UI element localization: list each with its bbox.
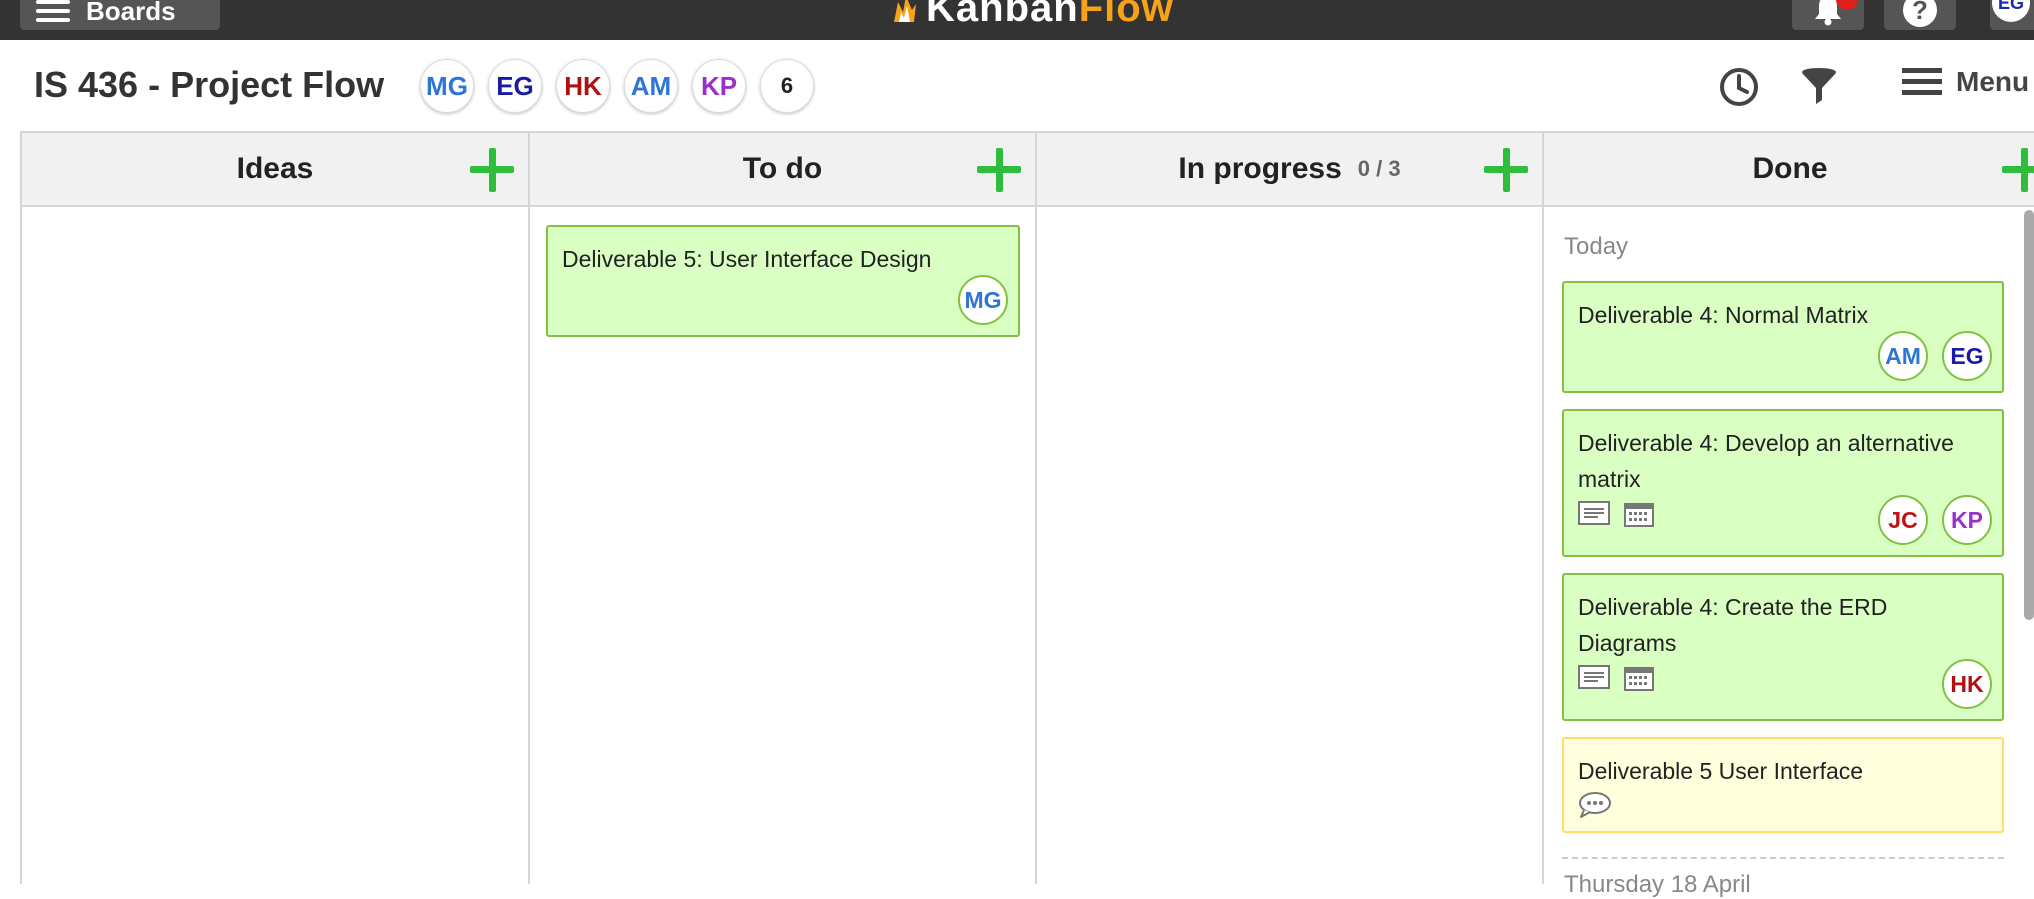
add-task-icon[interactable] — [1484, 148, 1528, 192]
column-header[interactable]: In progress 0 / 3 — [1037, 133, 1542, 207]
notifications-button[interactable] — [1792, 0, 1864, 30]
member-avatar[interactable]: MG — [420, 59, 474, 113]
task-title: Deliverable 4: Create the ERD Diagrams — [1578, 594, 1888, 656]
comment-icon — [1579, 792, 1611, 818]
column-header[interactable]: Done — [1544, 133, 2034, 207]
task-title: Deliverable 5 User Interface — [1578, 758, 1864, 784]
top-bar: Boards Kanban Flow ? EG — [0, 0, 2034, 40]
column-title: Ideas — [236, 152, 314, 185]
assignee-avatar[interactable]: HK — [1942, 659, 1992, 709]
assignee-avatar[interactable]: KP — [1942, 495, 1992, 545]
help-icon: ? — [1903, 0, 1937, 27]
task-title: Deliverable 5: User Interface Design — [562, 246, 932, 272]
column-title: To do — [742, 152, 823, 185]
history-button[interactable] — [1718, 66, 1760, 108]
member-avatar[interactable]: EG — [488, 59, 542, 113]
task-assignees: AM EG — [1864, 331, 1992, 381]
kanban-board: Ideas To do Deliverable 5: User Interfac… — [20, 131, 2034, 898]
add-task-icon[interactable] — [470, 148, 514, 192]
flame-logo-icon — [894, 0, 916, 22]
assignee-avatar[interactable]: EG — [1942, 331, 1992, 381]
brand-kanban: Kanban — [926, 0, 1079, 30]
column-title: Done — [1752, 152, 1828, 185]
task-assignees: MG — [944, 275, 1008, 325]
description-icon — [1578, 501, 1610, 525]
wip-limit: 0 / 3 — [1357, 156, 1401, 181]
add-task-icon[interactable] — [2002, 148, 2034, 192]
task-card[interactable]: Deliverable 5 User Interface — [1562, 737, 2004, 833]
task-card[interactable]: Deliverable 4: Create the ERD Diagrams H… — [1562, 573, 2004, 721]
task-title: Deliverable 4: Develop an alternative ma… — [1578, 430, 1954, 492]
user-avatar: EG — [1992, 0, 2030, 22]
task-indicators — [1578, 791, 1626, 819]
column-ideas: Ideas — [22, 133, 530, 884]
clock-icon — [1720, 68, 1758, 106]
hamburger-icon — [36, 0, 70, 27]
assignee-avatar[interactable]: MG — [958, 275, 1008, 325]
task-assignees: JC KP — [1864, 495, 1992, 545]
user-menu-button[interactable]: EG — [1990, 0, 2034, 30]
menu-label: Menu — [1956, 66, 2030, 97]
done-column-scrollbar[interactable] — [2024, 210, 2034, 620]
column-header[interactable]: Ideas — [22, 133, 528, 207]
task-assignees: HK — [1928, 659, 1992, 709]
task-card[interactable]: Deliverable 4: Develop an alternative ma… — [1562, 409, 2004, 557]
brand-flow: Flow — [1078, 0, 1174, 30]
task-indicators — [1578, 501, 1668, 527]
add-task-icon[interactable] — [977, 148, 1021, 192]
member-avatar[interactable]: KP — [692, 59, 746, 113]
column-todo: To do Deliverable 5: User Interface Desi… — [530, 133, 1037, 884]
boards-button[interactable]: Boards — [20, 0, 220, 30]
board-members: MG EG HK AM KP 6 — [420, 59, 828, 113]
board-title: IS 436 - Project Flow — [34, 64, 385, 105]
member-avatar[interactable]: AM — [624, 59, 678, 113]
column-title: In progress — [1178, 152, 1342, 185]
group-label-partial: Thursday 18 April — [1564, 871, 1751, 898]
task-title: Deliverable 4: Normal Matrix — [1578, 302, 1869, 328]
assignee-avatar[interactable]: JC — [1878, 495, 1928, 545]
column-in-progress: In progress 0 / 3 — [1037, 133, 1544, 884]
task-card[interactable]: Deliverable 5: User Interface Design MG — [546, 225, 1020, 337]
column-done: Done Today Deliverable 4: Normal Matrix … — [1544, 133, 2034, 898]
assignee-avatar[interactable]: AM — [1878, 331, 1928, 381]
task-card[interactable]: Deliverable 4: Normal Matrix AM EG — [1562, 281, 2004, 393]
description-icon — [1578, 665, 1610, 689]
task-indicators — [1578, 665, 1668, 691]
board-menu-button[interactable]: Menu — [1902, 66, 2029, 98]
calendar-icon — [1624, 503, 1654, 527]
calendar-icon — [1624, 667, 1654, 691]
group-label-today: Today — [1564, 233, 1629, 260]
group-divider — [1562, 857, 2004, 859]
help-button[interactable]: ? — [1884, 0, 1956, 30]
more-members-count[interactable]: 6 — [760, 59, 814, 113]
boards-label: Boards — [86, 0, 176, 26]
member-avatar[interactable]: HK — [556, 59, 610, 113]
filter-funnel-icon — [1802, 68, 1836, 104]
column-header[interactable]: To do — [530, 133, 1035, 207]
filter-button[interactable] — [1800, 66, 1838, 108]
kanbanflow-logo[interactable]: Kanban Flow — [888, 0, 1174, 30]
hamburger-icon — [1902, 68, 1942, 95]
